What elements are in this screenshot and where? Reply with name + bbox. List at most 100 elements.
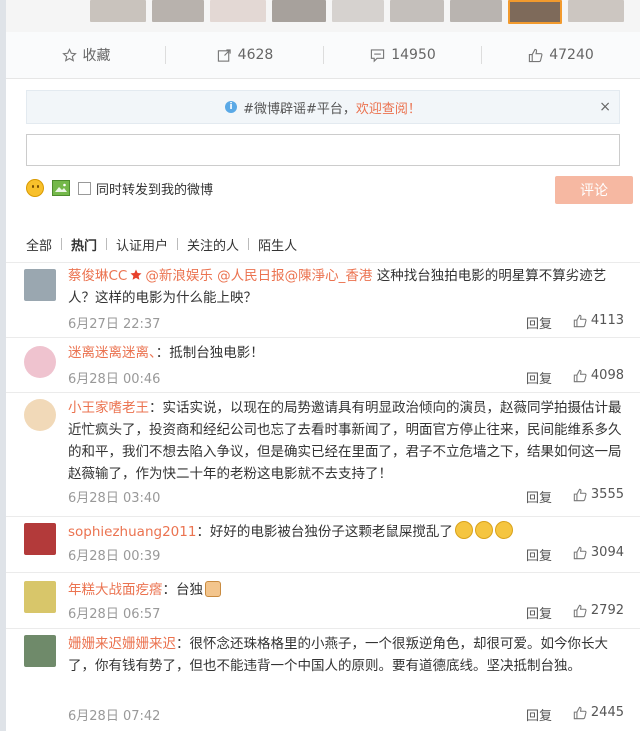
comment-time: 6月28日 00:46 bbox=[68, 372, 161, 387]
comment-like-button[interactable]: 2792 bbox=[573, 603, 624, 618]
comment-text: 小王家嗜老王：实话实说，以现在的局势邀请具有明显政治倾向的演员，赵薇同学拍摄估计… bbox=[68, 397, 626, 485]
comment-time: 6月28日 03:40 bbox=[68, 491, 161, 506]
reply-button[interactable]: 回复 bbox=[526, 545, 552, 564]
comment-time: 6月28日 06:57 bbox=[68, 607, 161, 622]
comment-time: 6月28日 07:42 bbox=[68, 709, 161, 724]
forward-checkbox[interactable] bbox=[78, 181, 91, 195]
weibo-comment-page: 收藏 4628 14950 47240 i #微博辟谣#平台， 欢迎查阅！ × … bbox=[0, 0, 640, 731]
avatar[interactable] bbox=[24, 635, 56, 667]
thumbnail-image[interactable] bbox=[568, 0, 624, 22]
favorite-label: 收藏 bbox=[82, 48, 111, 64]
repost-button[interactable]: 4628 bbox=[166, 32, 324, 78]
comment-button[interactable]: 14950 bbox=[324, 32, 482, 78]
comment-like-button[interactable]: 3555 bbox=[573, 487, 624, 502]
comment-like-count: 3094 bbox=[590, 545, 624, 560]
thumbnail-image[interactable] bbox=[450, 0, 502, 22]
avatar[interactable] bbox=[24, 523, 56, 555]
like-count: 47240 bbox=[549, 47, 594, 63]
comment-username[interactable]: 姗姗来迟姗姗来迟 bbox=[68, 636, 176, 652]
thumbnail-image[interactable] bbox=[152, 0, 204, 22]
avatar[interactable] bbox=[24, 269, 56, 301]
thumbnail-image-selected[interactable] bbox=[508, 0, 562, 24]
reply-button[interactable]: 回复 bbox=[526, 313, 552, 332]
comment-like-count: 4098 bbox=[590, 368, 624, 383]
comment-body: ：台独 bbox=[162, 582, 204, 598]
comment-item: 小王家嗜老王：实话实说，以现在的局势邀请具有明显政治倾向的演员，赵薇同学拍摄估计… bbox=[6, 392, 640, 509]
repost-icon bbox=[217, 48, 232, 63]
reply-button[interactable]: 回复 bbox=[526, 603, 552, 622]
comment-username[interactable]: 年糕大战面疙瘩 bbox=[68, 582, 163, 598]
verified-star-icon bbox=[130, 269, 142, 280]
comment-like-count: 2445 bbox=[590, 705, 624, 720]
emoji-icon bbox=[454, 521, 473, 539]
reply-button[interactable]: 回复 bbox=[526, 368, 552, 387]
thumbs-up-icon bbox=[573, 369, 587, 383]
repost-count: 4628 bbox=[237, 47, 274, 63]
comment-like-count: 3555 bbox=[590, 487, 624, 502]
tab-hot[interactable]: 热门 bbox=[62, 235, 106, 254]
thumbnail-image[interactable] bbox=[210, 0, 266, 22]
favorite-button[interactable]: 收藏 bbox=[6, 32, 166, 78]
emoji-icon bbox=[474, 521, 493, 539]
comment-text: 迷离迷离迷离、：抵制台独电影！ bbox=[68, 342, 626, 364]
avatar[interactable] bbox=[24, 581, 56, 613]
comment-username[interactable]: sophiezhuang2011 bbox=[68, 524, 196, 540]
notice-text: #微博辟谣#平台， bbox=[243, 101, 356, 117]
composer-toolbar: 同时转发到我的微博 bbox=[26, 176, 213, 200]
reply-button[interactable]: 回复 bbox=[526, 705, 552, 724]
post-action-bar: 收藏 4628 14950 47240 bbox=[6, 32, 640, 79]
comment-like-button[interactable]: 4113 bbox=[573, 313, 624, 328]
comment-body: ：好好的电影被台独份子这颗老鼠屎搅乱了 bbox=[196, 524, 453, 540]
comment-icon bbox=[370, 48, 385, 63]
avatar[interactable] bbox=[24, 346, 56, 378]
star-outline-icon bbox=[61, 47, 77, 63]
comment-time: 6月27日 22:37 bbox=[68, 317, 161, 332]
thumbs-up-icon bbox=[573, 488, 587, 502]
info-icon: i bbox=[225, 101, 238, 113]
close-icon[interactable]: × bbox=[599, 99, 611, 115]
emoji-icon[interactable] bbox=[26, 179, 44, 197]
comment-like-button[interactable]: 3094 bbox=[573, 545, 624, 560]
comment-username[interactable]: 蔡俊琳CC bbox=[68, 268, 127, 284]
comment-username[interactable]: 迷离迷离迷离、 bbox=[68, 345, 156, 361]
comment-item: 迷离迷离迷离、：抵制台独电影！ 6月28日 00:46 回复 4098 bbox=[6, 337, 640, 387]
rumor-notice-banner: i #微博辟谣#平台， 欢迎查阅！ × bbox=[26, 90, 620, 124]
notice-link[interactable]: 欢迎查阅！ bbox=[356, 98, 421, 117]
thumbs-down-emoji-icon bbox=[205, 581, 221, 597]
comment-item: 姗姗来迟姗姗来迟：很怀念还珠格格里的小燕子，一个很叛逆角色，却很可爱。如今你长大… bbox=[6, 628, 640, 729]
reply-button[interactable]: 回复 bbox=[526, 487, 552, 506]
thumbnail-image[interactable] bbox=[90, 0, 146, 22]
comment-like-count: 4113 bbox=[590, 313, 624, 328]
like-button[interactable]: 47240 bbox=[482, 32, 640, 78]
comment-input[interactable] bbox=[26, 134, 620, 166]
thumbnail-image[interactable] bbox=[332, 0, 384, 22]
emoji-icon bbox=[494, 521, 513, 539]
comment-item: 年糕大战面疙瘩：台独 6月28日 06:57 回复 2792 bbox=[6, 572, 640, 623]
image-thumbnail-strip bbox=[6, 0, 640, 32]
comment-body: ：实话实说，以现在的局势邀请具有明显政治倾向的演员，赵薇同学拍摄估计最近忙疯头了… bbox=[68, 400, 622, 482]
comment-like-button[interactable]: 2445 bbox=[573, 705, 624, 720]
forward-label: 同时转发到我的微博 bbox=[96, 182, 214, 198]
comment-like-button[interactable]: 4098 bbox=[573, 368, 624, 383]
avatar[interactable] bbox=[24, 399, 56, 431]
thumbs-up-icon bbox=[573, 706, 587, 720]
comment-text: sophiezhuang2011：好好的电影被台独份子这颗老鼠屎搅乱了 bbox=[68, 521, 626, 543]
comment-text: 蔡俊琳CC @新浪娱乐 @人民日报@陳淨心_香港 这种找台独拍电影的明星算不算劣迹… bbox=[68, 265, 626, 309]
comment-text: 姗姗来迟姗姗来迟：很怀念还珠格格里的小燕子，一个很叛逆角色，却很可爱。如今你长大… bbox=[68, 633, 626, 677]
tab-all[interactable]: 全部 bbox=[26, 235, 61, 254]
comment-text: 年糕大战面疙瘩：台独 bbox=[68, 579, 626, 601]
comment-username[interactable]: 小王家嗜老王 bbox=[68, 400, 149, 416]
comment-body: ：抵制台独电影！ bbox=[155, 345, 264, 361]
tab-following[interactable]: 关注的人 bbox=[178, 235, 248, 254]
tab-verified[interactable]: 认证用户 bbox=[107, 235, 177, 254]
thumbnail-image[interactable] bbox=[390, 0, 444, 22]
comment-mentions[interactable]: @新浪娱乐 @人民日报@陳淨心_香港 bbox=[145, 268, 372, 284]
image-upload-icon[interactable] bbox=[52, 180, 70, 196]
thumbnail-image[interactable] bbox=[272, 0, 326, 22]
comment-time: 6月28日 00:39 bbox=[68, 549, 161, 564]
tab-strangers[interactable]: 陌生人 bbox=[249, 235, 306, 254]
comment-item: 蔡俊琳CC @新浪娱乐 @人民日报@陳淨心_香港 这种找台独拍电影的明星算不算劣迹… bbox=[6, 262, 640, 333]
submit-comment-button[interactable]: 评论 bbox=[555, 176, 633, 204]
thumbs-up-icon bbox=[573, 546, 587, 560]
thumbs-up-icon bbox=[528, 48, 543, 63]
